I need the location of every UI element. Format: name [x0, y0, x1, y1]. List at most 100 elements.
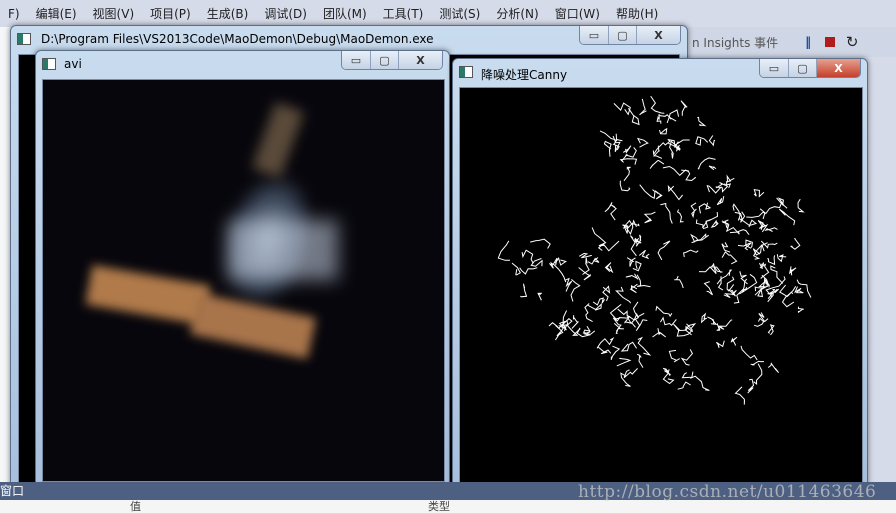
edge-line [632, 301, 645, 318]
edge-line [537, 292, 542, 301]
edge-line [690, 202, 697, 219]
edge-line [604, 262, 614, 274]
close-button[interactable]: X [398, 51, 442, 69]
minimize-button[interactable]: ▭ [342, 51, 370, 69]
pause-icon[interactable]: ‖ [800, 34, 816, 50]
edge-line [681, 371, 694, 379]
edge-line [619, 180, 631, 192]
edge-line [706, 184, 722, 194]
edge-line [625, 273, 639, 280]
solar-panel-left [85, 264, 211, 326]
edge-line [587, 257, 600, 265]
edge-line [752, 242, 768, 256]
edge-line [788, 266, 797, 276]
edge-line [627, 108, 640, 126]
edge-line [667, 184, 683, 201]
edge-line [609, 304, 627, 320]
edge-line [623, 367, 638, 379]
edge-line [753, 317, 765, 327]
edge-line [650, 95, 665, 114]
maximize-button[interactable]: ▢ [370, 51, 398, 69]
menu-item[interactable]: 视图(V) [85, 5, 143, 22]
edge-line [690, 233, 699, 244]
edge-line [603, 140, 612, 157]
edge-line [638, 249, 650, 260]
edge-line [521, 249, 534, 263]
edge-line [597, 346, 612, 355]
menu-item[interactable]: F) [0, 7, 28, 21]
edge-line [636, 137, 649, 148]
edge-line [680, 349, 694, 366]
edge-line [796, 279, 812, 298]
minimize-button[interactable]: ▭ [760, 59, 788, 77]
window-controls: ▭ ▢ X [759, 59, 861, 78]
menu-item[interactable]: 编辑(E) [28, 5, 85, 22]
edge-line [797, 306, 804, 314]
avi-window: avi ▭ ▢ X [35, 50, 450, 487]
edge-line [703, 281, 713, 296]
canny-edge-image [459, 87, 863, 489]
edge-line [519, 267, 538, 275]
edge-line [730, 336, 738, 346]
edge-line [767, 362, 779, 374]
menu-item[interactable]: 团队(M) [315, 5, 375, 22]
menu-item[interactable]: 项目(P) [142, 5, 199, 22]
insights-label[interactable]: n Insights 事件 [692, 34, 778, 51]
edge-line [759, 201, 783, 215]
solar-panel-top [251, 101, 305, 179]
maximize-button[interactable]: ▢ [608, 26, 636, 44]
edge-line [659, 127, 668, 135]
edge-line [761, 274, 770, 289]
edge-line [643, 211, 656, 224]
edge-line [674, 275, 684, 289]
edge-line [708, 135, 716, 147]
restart-icon[interactable]: ↻ [844, 33, 860, 51]
edge-line [587, 303, 602, 311]
edge-lines [497, 95, 812, 405]
edge-line [739, 271, 748, 285]
edge-line [610, 345, 621, 361]
edge-line [676, 209, 684, 223]
edge-line [652, 140, 671, 156]
menu-item[interactable]: 帮助(H) [608, 5, 666, 22]
menu-item[interactable]: 窗口(W) [547, 5, 608, 22]
edge-line [619, 158, 638, 165]
edge-line [797, 199, 805, 213]
edge-line [655, 305, 673, 318]
edge-line [710, 219, 719, 228]
edge-line [767, 255, 776, 266]
edge-line [680, 100, 688, 116]
edge-line [683, 249, 699, 258]
edge-line [710, 263, 723, 273]
edge-line [707, 316, 718, 326]
edge-line [790, 238, 801, 250]
edge-line [697, 116, 707, 127]
window-controls: ▭ ▢ X [579, 26, 681, 45]
edge-line [613, 102, 631, 116]
edge-line [616, 357, 632, 367]
maximize-button[interactable]: ▢ [788, 59, 816, 77]
close-button[interactable]: X [816, 59, 860, 77]
menu-item[interactable]: 工具(T) [375, 5, 432, 22]
edge-line [668, 349, 680, 363]
edge-line [794, 286, 804, 294]
menu-item[interactable]: 测试(S) [431, 5, 488, 22]
edge-line [637, 353, 644, 368]
edge-line [778, 208, 796, 226]
station-core [228, 220, 338, 280]
menu-item[interactable]: 分析(N) [488, 5, 546, 22]
menu-item[interactable]: 生成(B) [199, 5, 257, 22]
stop-icon[interactable] [822, 34, 838, 50]
minimize-button[interactable]: ▭ [580, 26, 608, 44]
close-button[interactable]: X [636, 26, 680, 44]
edge-line [746, 211, 766, 220]
edge-line [767, 324, 775, 336]
edge-line [776, 254, 787, 263]
edge-line [649, 159, 665, 169]
edge-line [564, 277, 573, 292]
menu-item[interactable]: 调试(D) [256, 5, 315, 22]
edge-line [716, 195, 725, 206]
panel-title: 窗口 [0, 484, 25, 498]
edge-line [497, 240, 511, 261]
edge-line [520, 283, 528, 298]
